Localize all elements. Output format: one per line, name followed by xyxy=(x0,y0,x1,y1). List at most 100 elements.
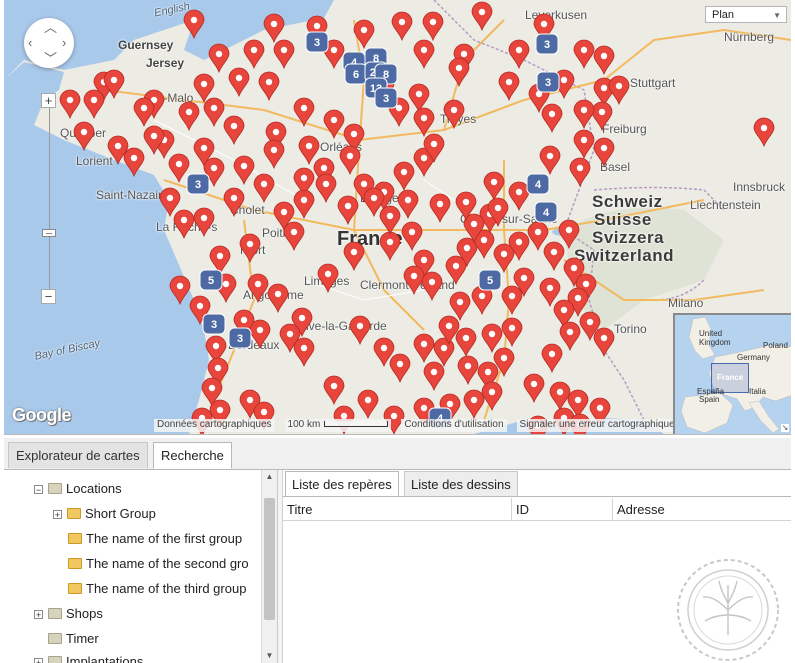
map-marker-pin-icon[interactable] xyxy=(208,43,230,74)
map-marker-pin-icon[interactable] xyxy=(423,361,445,392)
tab-map-explorer[interactable]: Explorateur de cartes xyxy=(8,442,148,468)
tree-item-first-group[interactable]: The name of the first group xyxy=(68,527,242,551)
map-marker-pin-icon[interactable] xyxy=(267,283,289,314)
map-marker-pin-icon[interactable] xyxy=(393,161,415,192)
map-cluster-marker[interactable]: 3 xyxy=(228,327,252,349)
expand-icon[interactable]: + xyxy=(53,510,62,520)
report-error-link[interactable]: Signaler une erreur cartographique xyxy=(516,419,678,432)
map-marker-pin-icon[interactable] xyxy=(203,97,225,128)
map-marker-pin-icon[interactable] xyxy=(379,205,401,236)
map-marker-pin-icon[interactable] xyxy=(193,207,215,238)
map-marker-pin-icon[interactable] xyxy=(323,109,345,140)
map-marker-pin-icon[interactable] xyxy=(508,39,530,70)
map-marker-pin-icon[interactable] xyxy=(73,121,95,152)
map-marker-pin-icon[interactable] xyxy=(413,333,435,364)
map-marker-pin-icon[interactable] xyxy=(421,271,443,302)
map-cluster-marker[interactable]: 5 xyxy=(478,269,502,291)
map-cluster-marker[interactable]: 3 xyxy=(374,87,398,109)
map-marker-pin-icon[interactable] xyxy=(357,389,379,420)
map-cluster-marker[interactable]: 4 xyxy=(526,173,550,195)
expand-icon[interactable]: + xyxy=(34,658,43,663)
map-cluster-marker[interactable]: 3 xyxy=(536,71,560,93)
map-marker-pin-icon[interactable] xyxy=(263,13,285,44)
map-marker-pin-icon[interactable] xyxy=(403,265,425,296)
map-cluster-marker[interactable]: 3 xyxy=(535,33,559,55)
map-marker-pin-icon[interactable] xyxy=(593,137,615,168)
map-marker-pin-icon[interactable] xyxy=(317,263,339,294)
map-marker-pin-icon[interactable] xyxy=(573,99,595,130)
map-marker-pin-icon[interactable] xyxy=(455,327,477,358)
tree-item-third-group[interactable]: The name of the third group xyxy=(68,577,246,601)
scroll-down-icon[interactable]: ▼ xyxy=(262,649,277,663)
map-marker-pin-icon[interactable] xyxy=(753,117,775,148)
tab-markers-list[interactable]: Liste des repères xyxy=(285,471,399,497)
map-marker-pin-icon[interactable] xyxy=(169,275,191,306)
map-marker-pin-icon[interactable] xyxy=(508,181,530,212)
pan-left-icon[interactable]: ‹ xyxy=(28,36,32,49)
column-header-id[interactable]: ID xyxy=(512,498,613,521)
pan-up-icon[interactable]: ︿ xyxy=(44,21,57,34)
map-marker-pin-icon[interactable] xyxy=(433,337,455,368)
map-marker-pin-icon[interactable] xyxy=(523,373,545,404)
zoom-slider-handle[interactable] xyxy=(42,229,56,237)
map-marker-pin-icon[interactable] xyxy=(448,57,470,88)
map-marker-pin-icon[interactable] xyxy=(168,153,190,184)
overview-toggle-icon[interactable]: ↘ xyxy=(781,424,789,432)
map-marker-pin-icon[interactable] xyxy=(339,145,361,176)
map-marker-pin-icon[interactable] xyxy=(401,221,423,252)
tab-search[interactable]: Recherche xyxy=(153,442,232,469)
tree-item-implantations[interactable]: + Implantations xyxy=(34,650,143,663)
map-marker-pin-icon[interactable] xyxy=(541,103,563,134)
map-marker-pin-icon[interactable] xyxy=(83,89,105,120)
map-marker-pin-icon[interactable] xyxy=(293,189,315,220)
expand-icon[interactable]: + xyxy=(34,610,43,620)
map-marker-pin-icon[interactable] xyxy=(558,219,580,250)
map-cluster-marker[interactable]: 4 xyxy=(534,201,558,223)
map-marker-pin-icon[interactable] xyxy=(173,209,195,240)
map-marker-pin-icon[interactable] xyxy=(463,389,485,420)
pan-control[interactable]: ︿ ﹀ ‹ › xyxy=(24,18,74,68)
map-marker-pin-icon[interactable] xyxy=(481,323,503,354)
map-marker-pin-icon[interactable] xyxy=(159,187,181,218)
map-marker-pin-icon[interactable] xyxy=(323,375,345,406)
map-marker-pin-icon[interactable] xyxy=(343,241,365,272)
map-marker-pin-icon[interactable] xyxy=(349,315,371,346)
map-marker-pin-icon[interactable] xyxy=(239,233,261,264)
map-marker-pin-icon[interactable] xyxy=(559,321,581,352)
map-marker-pin-icon[interactable] xyxy=(443,99,465,130)
map-marker-pin-icon[interactable] xyxy=(608,75,630,106)
scroll-thumb[interactable] xyxy=(264,498,275,620)
map-marker-pin-icon[interactable] xyxy=(253,173,275,204)
map-view[interactable]: English Guernsey Jersey St-Malo Quimper … xyxy=(4,0,791,435)
map-marker-pin-icon[interactable] xyxy=(263,139,285,170)
map-marker-pin-icon[interactable] xyxy=(391,11,413,42)
map-marker-pin-icon[interactable] xyxy=(123,147,145,178)
map-cluster-marker[interactable]: 5 xyxy=(199,269,223,291)
scroll-up-icon[interactable]: ▲ xyxy=(262,470,277,484)
map-cluster-marker[interactable]: 3 xyxy=(305,31,329,53)
map-marker-pin-icon[interactable] xyxy=(247,273,269,304)
map-marker-pin-icon[interactable] xyxy=(413,39,435,70)
map-marker-pin-icon[interactable] xyxy=(449,291,471,322)
map-marker-pin-icon[interactable] xyxy=(223,115,245,146)
map-marker-pin-icon[interactable] xyxy=(541,343,563,374)
tree-scrollbar[interactable]: ▲ ▼ xyxy=(261,470,277,663)
map-marker-pin-icon[interactable] xyxy=(593,45,615,76)
map-marker-pin-icon[interactable] xyxy=(422,11,444,42)
map-marker-pin-icon[interactable] xyxy=(298,135,320,166)
map-marker-pin-icon[interactable] xyxy=(283,221,305,252)
map-marker-pin-icon[interactable] xyxy=(593,327,615,358)
map-marker-pin-icon[interactable] xyxy=(457,355,479,386)
map-marker-pin-icon[interactable] xyxy=(471,1,493,32)
map-marker-pin-icon[interactable] xyxy=(429,193,451,224)
tree-item-second-group[interactable]: The name of the second gro xyxy=(68,552,249,576)
map-cluster-marker[interactable]: 6 xyxy=(344,63,368,85)
zoom-in-button[interactable]: + xyxy=(41,93,56,108)
map-marker-pin-icon[interactable] xyxy=(293,337,315,368)
map-marker-pin-icon[interactable] xyxy=(233,155,255,186)
map-marker-pin-icon[interactable] xyxy=(543,241,565,272)
tree-item-shops[interactable]: + Shops xyxy=(34,602,103,626)
map-marker-pin-icon[interactable] xyxy=(353,19,375,50)
map-marker-pin-icon[interactable] xyxy=(413,107,435,138)
map-type-select[interactable]: Plan ▼ xyxy=(705,6,787,23)
